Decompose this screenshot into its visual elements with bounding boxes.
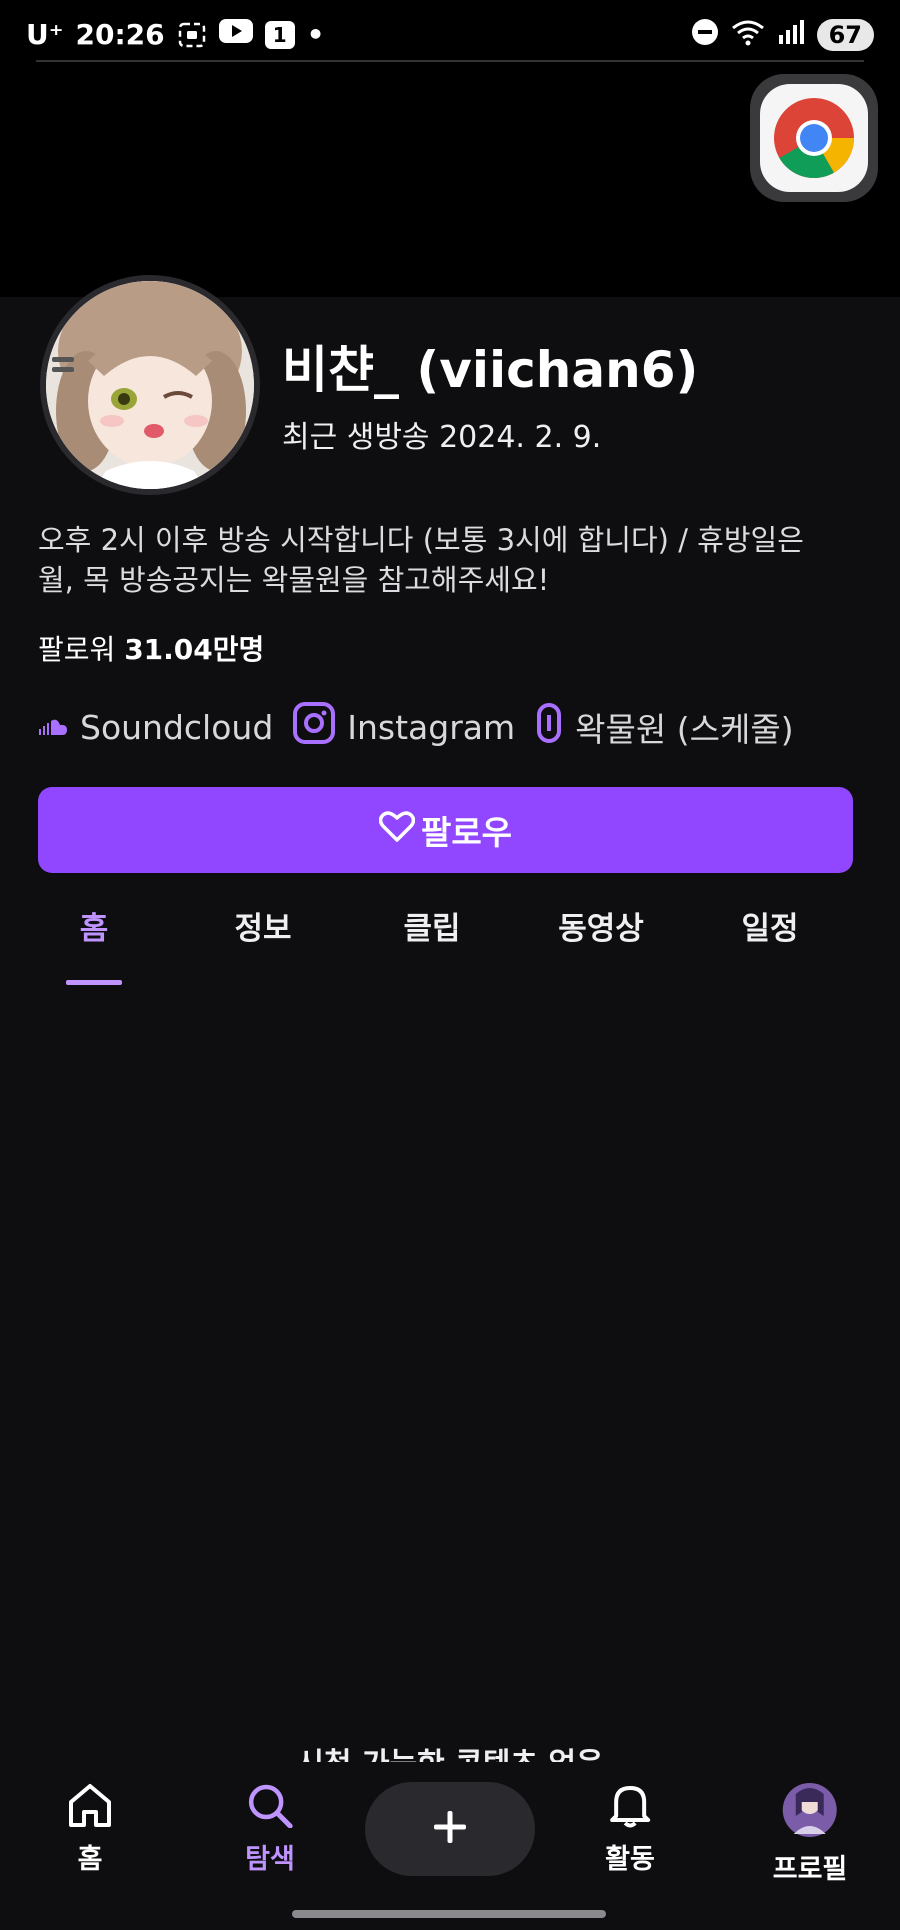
- link-icon: [535, 703, 563, 751]
- soundcloud-icon: [38, 708, 68, 747]
- followers-label: 팔로워: [38, 633, 116, 666]
- channel-tabs: 홈 정보 클립 동영상 일정: [0, 895, 900, 985]
- nav-activity-label: 활동: [605, 1844, 655, 1875]
- chrome-floating-bubble[interactable]: [750, 74, 878, 202]
- nav-profile-label: 프로필: [772, 1854, 848, 1885]
- channel-name: 비챤_ (viichan6): [282, 341, 699, 399]
- home-indicator[interactable]: [292, 1910, 606, 1918]
- clock: 20:26: [75, 18, 165, 51]
- chrome-icon: [760, 84, 868, 192]
- last-live-date: 최근 생방송 2024. 2. 9.: [282, 420, 602, 455]
- follower-count: 팔로워 31.04만명: [38, 628, 264, 668]
- cafe-schedule-label: 왁물원 (스케줄): [575, 710, 794, 749]
- tab-home[interactable]: 홈: [80, 903, 109, 948]
- plus-icon: [432, 1809, 468, 1849]
- soundcloud-link[interactable]: Soundcloud: [38, 708, 273, 747]
- screenshot-icon: [177, 21, 207, 49]
- cafe-schedule-link[interactable]: 왁물원 (스케줄): [535, 703, 794, 751]
- cell-signal-icon: [777, 19, 805, 51]
- follow-button-label: 팔로우: [420, 813, 513, 852]
- instagram-link[interactable]: Instagram: [293, 702, 515, 752]
- nav-browse-label: 탐색: [245, 1844, 295, 1875]
- heart-icon: [378, 810, 416, 850]
- channel-description: 오후 2시 이후 방송 시작합니다 (보통 3시에 합니다) / 휴방일은 월,…: [38, 523, 804, 597]
- battery-indicator: 67: [816, 19, 874, 51]
- bell-icon: [606, 1782, 654, 1835]
- channel-avatar[interactable]: [40, 275, 260, 495]
- profile-avatar: [782, 1782, 838, 1845]
- dot-icon: •: [306, 18, 325, 51]
- notification-count-badge: 1: [264, 20, 295, 49]
- bottom-navigation: 홈 탐색 활동 프로필: [0, 1762, 900, 1930]
- tab-clips[interactable]: 클립: [403, 903, 460, 948]
- status-right: 67: [691, 18, 874, 52]
- create-button[interactable]: [365, 1782, 535, 1876]
- tab-videos[interactable]: 동영상: [558, 903, 644, 948]
- do-not-disturb-icon: [691, 18, 719, 52]
- status-bar: U⁺ 20:26 1 • 67: [0, 0, 900, 62]
- tab-about[interactable]: 정보: [234, 903, 291, 948]
- empty-state-text: 시청 가능한 콘텐츠 없음: [0, 1743, 900, 1763]
- nav-profile[interactable]: 프로필: [772, 1782, 848, 1886]
- instagram-icon: [293, 702, 336, 752]
- active-tab-indicator: [66, 980, 122, 985]
- instagram-label: Instagram: [347, 707, 516, 747]
- social-links: Soundcloud Instagram 왁물원 (스케줄): [38, 702, 814, 752]
- soundcloud-label: Soundcloud: [80, 707, 274, 747]
- carrier-label: U⁺: [26, 18, 64, 51]
- wifi-icon: [731, 18, 765, 52]
- nav-home[interactable]: 홈: [66, 1782, 114, 1876]
- status-left: U⁺ 20:26 1 •: [26, 18, 325, 51]
- follow-button[interactable]: 팔로우: [38, 787, 853, 873]
- home-icon: [66, 1782, 114, 1835]
- nav-browse[interactable]: 탐색: [245, 1782, 295, 1876]
- followers-value: 31.04만명: [124, 633, 265, 666]
- nav-home-label: 홈: [77, 1844, 103, 1875]
- nav-activity[interactable]: 활동: [605, 1782, 655, 1876]
- youtube-icon: [218, 18, 253, 51]
- tab-schedule[interactable]: 일정: [741, 903, 798, 948]
- search-icon: [246, 1782, 294, 1835]
